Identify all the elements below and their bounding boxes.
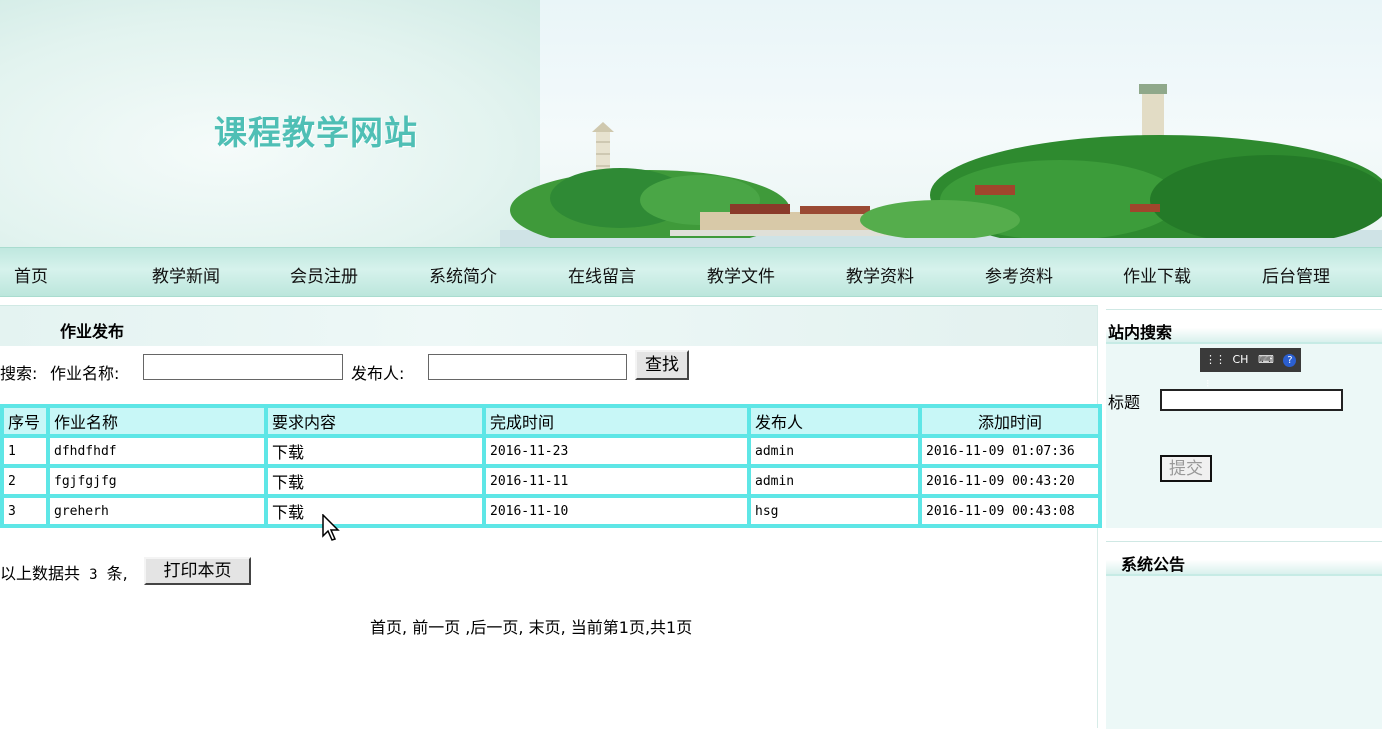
notice-box: 系统公告 <box>1106 541 1382 729</box>
notice-header: 系统公告 <box>1106 542 1382 576</box>
nav-teaching-files[interactable]: 教学文件 <box>707 262 775 287</box>
section-title: 作业发布 <box>60 322 125 341</box>
pager-last[interactable]: 末页, <box>529 618 566 637</box>
table-header-row: 序号 作业名称 要求内容 完成时间 发布人 添加时间 <box>2 406 1100 436</box>
col-header-no: 序号 <box>2 406 48 436</box>
nav-news[interactable]: 教学新闻 <box>152 262 220 287</box>
nav-register[interactable]: 会员注册 <box>290 262 358 287</box>
cell-name: dfhdfhdf <box>48 436 266 466</box>
nav-references[interactable]: 参考资料 <box>985 262 1053 287</box>
cell-added: 2016-11-09 00:43:08 <box>920 496 1100 526</box>
pager-info: 当前第1页,共1页 <box>570 618 693 637</box>
help-icon[interactable]: ? <box>1283 354 1297 367</box>
pagination: 首页, 前一页 ,后一页, 末页, 当前第1页,共1页 <box>370 614 692 638</box>
col-header-added: 添加时间 <box>920 406 1100 436</box>
site-search-submit-button[interactable]: 提交 <box>1160 455 1212 482</box>
main-nav: 首页 教学新闻 会员注册 系统简介 在线留言 教学文件 教学资料 参考资料 作业… <box>0 247 1382 297</box>
pager-next[interactable]: 后一页, <box>470 618 523 637</box>
cell-publisher: admin <box>749 436 920 466</box>
island-scenery-image <box>500 84 1382 247</box>
search-button[interactable]: 查找 <box>635 350 689 380</box>
site-search-box: 站内搜索 ⋮⋮ CH ⌨ ? ⁝ 标题 提交 <box>1106 309 1382 528</box>
nav-guestbook[interactable]: 在线留言 <box>568 262 636 287</box>
col-header-due: 完成时间 <box>484 406 749 436</box>
table-row: 1 dfhdfhdf 下载 2016-11-23 admin 2016-11-0… <box>2 436 1100 466</box>
summary-prefix: 以上数据共 <box>0 564 81 583</box>
summary-count: 3 <box>89 567 98 583</box>
site-search-title: 站内搜索 <box>1108 323 1173 342</box>
keyboard-icon[interactable]: ⌨ <box>1258 353 1274 366</box>
cell-name: fgjfgjfg <box>48 466 266 496</box>
download-link[interactable]: 下载 <box>266 496 484 526</box>
search-prefix-label: 搜索: <box>0 364 38 383</box>
publisher-label: 发布人: <box>351 364 405 383</box>
header-banner: 课程教学网站 <box>0 0 1382 247</box>
pager-prev[interactable]: 前一页 <box>412 618 460 637</box>
cell-due: 2016-11-11 <box>484 466 749 496</box>
nav-homework-download[interactable]: 作业下载 <box>1123 262 1191 287</box>
download-link[interactable]: 下载 <box>266 436 484 466</box>
download-link[interactable]: 下载 <box>266 466 484 496</box>
ime-toolbar[interactable]: ⋮⋮ CH ⌨ ? ⁝ <box>1200 348 1301 390</box>
pager-first[interactable]: 首页, <box>370 618 407 637</box>
cell-no: 3 <box>2 496 48 526</box>
cell-no: 2 <box>2 466 48 496</box>
col-header-name: 作业名称 <box>48 406 266 436</box>
homework-name-label: 作业名称: <box>50 364 120 383</box>
nav-admin[interactable]: 后台管理 <box>1262 262 1330 287</box>
cell-due: 2016-11-23 <box>484 436 749 466</box>
col-header-publisher: 发布人 <box>749 406 920 436</box>
search-bar: 搜索: 作业名称: 发布人: 查找 <box>0 348 1000 384</box>
ime-language: CH <box>1232 353 1249 366</box>
summary-suffix: 条, <box>106 564 128 583</box>
record-summary: 以上数据共 3 条, <box>0 560 128 584</box>
cell-due: 2016-11-10 <box>484 496 749 526</box>
nav-teaching-materials[interactable]: 教学资料 <box>846 262 914 287</box>
cell-added: 2016-11-09 01:07:36 <box>920 436 1100 466</box>
table-row: 2 fgjfgjfg 下载 2016-11-11 admin 2016-11-0… <box>2 466 1100 496</box>
notice-title: 系统公告 <box>1121 555 1186 574</box>
col-header-requirement: 要求内容 <box>266 406 484 436</box>
section-header: 作业发布 <box>0 305 1097 346</box>
site-title: 课程教学网站 <box>214 113 418 152</box>
nav-home[interactable]: 首页 <box>14 262 48 287</box>
print-page-button[interactable]: 打印本页 <box>144 557 251 585</box>
homework-table: 序号 作业名称 要求内容 完成时间 发布人 添加时间 1 dfhdfhdf 下载… <box>0 404 1102 528</box>
homework-name-input[interactable] <box>143 354 343 380</box>
mouse-cursor-icon <box>322 514 340 541</box>
publisher-input[interactable] <box>428 354 627 380</box>
search-title-label: 标题 <box>1108 393 1141 412</box>
site-search-header: 站内搜索 <box>1106 310 1382 344</box>
table-row: 3 greherh 下载 2016-11-10 hsg 2016-11-09 0… <box>2 496 1100 526</box>
grip-icon: ⋮⋮ <box>1205 353 1226 366</box>
cell-no: 1 <box>2 436 48 466</box>
cell-added: 2016-11-09 00:43:20 <box>920 466 1100 496</box>
cell-publisher: admin <box>749 466 920 496</box>
cell-publisher: hsg <box>749 496 920 526</box>
nav-about[interactable]: 系统简介 <box>429 262 497 287</box>
site-search-input[interactable] <box>1160 389 1343 411</box>
cell-name: greherh <box>48 496 266 526</box>
